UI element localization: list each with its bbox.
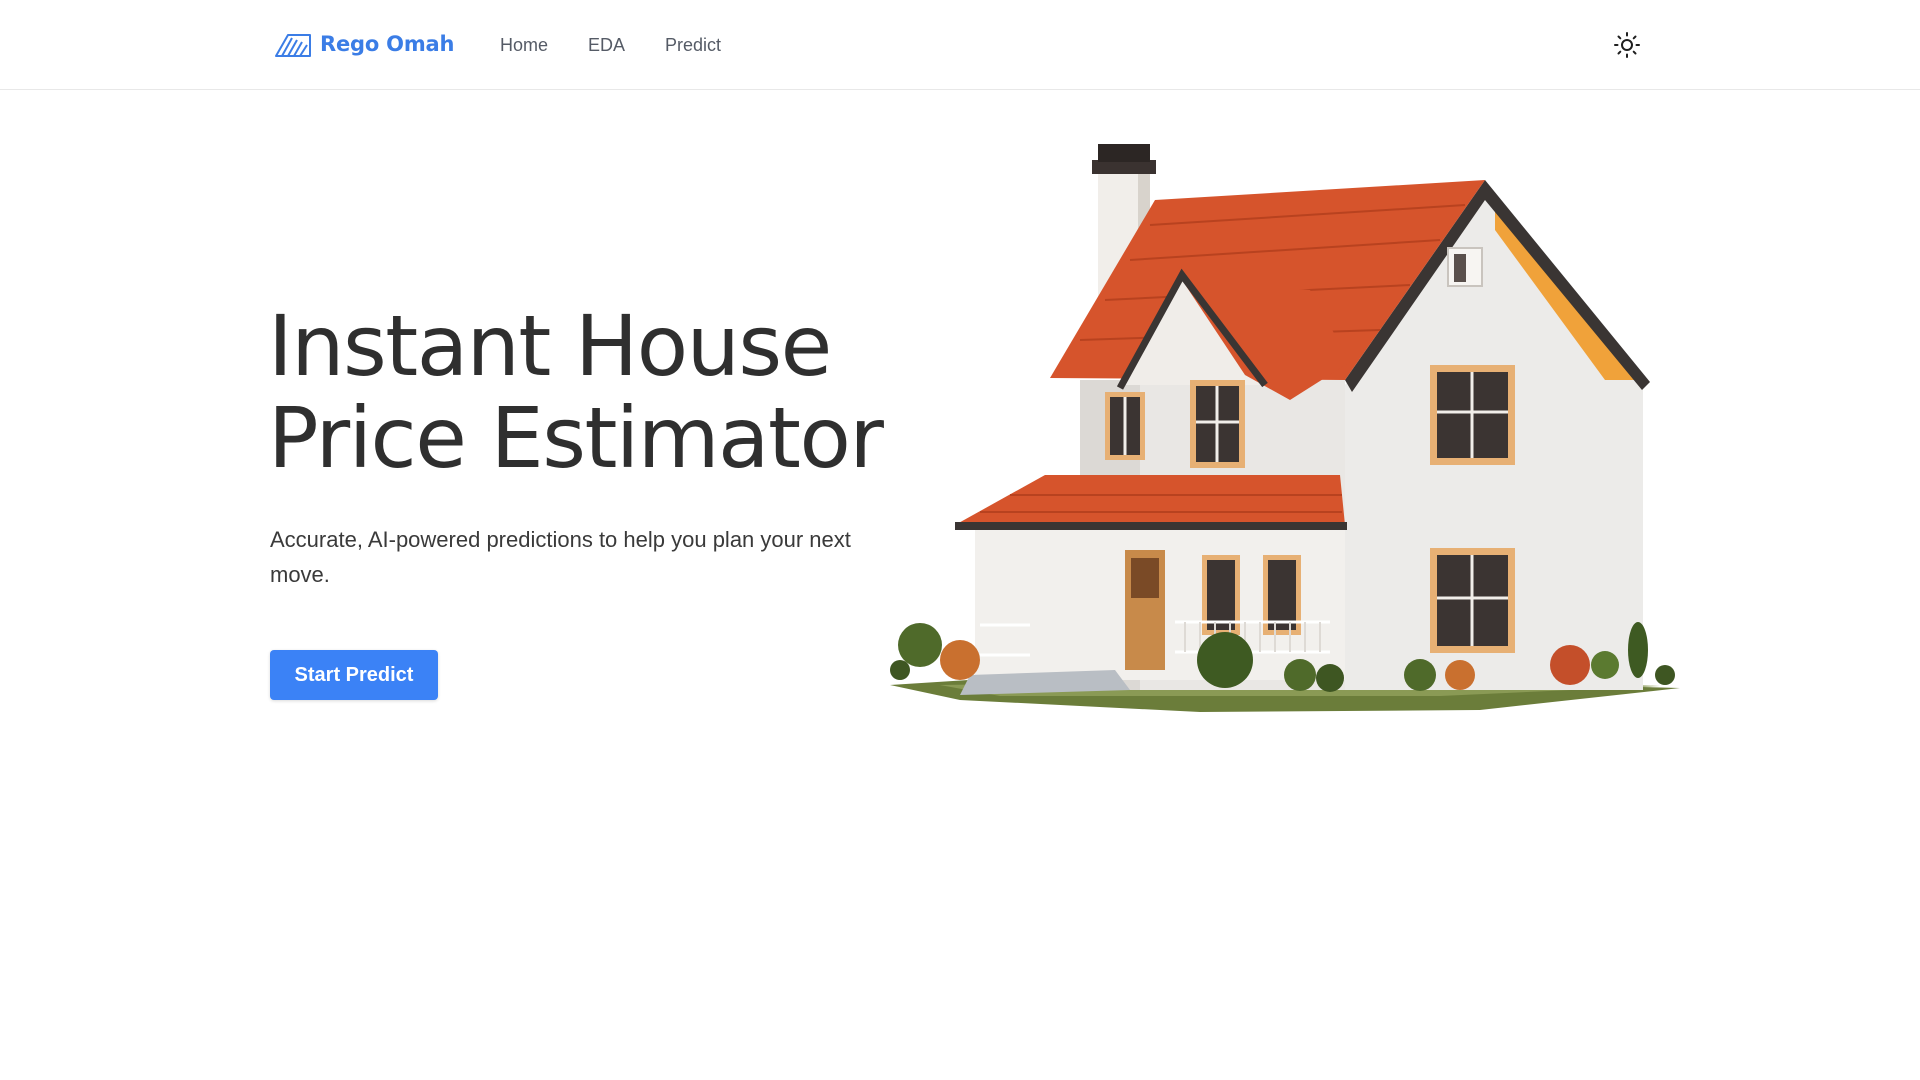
brand-name: Rego Omah [320,32,455,56]
nav-predict[interactable]: Predict [665,33,721,57]
hero-title-line-1: Instant House [268,297,832,395]
hero-title-line-2: Price Estimator [268,389,884,487]
hero-title: Instant House Price Estimator [268,300,908,484]
house-illustration [890,144,1680,712]
brand-home-link[interactable]: Rego Omah [274,26,454,62]
top-navbar: Rego Omah Home EDA Predict [0,0,1920,90]
main-nav: Home EDA Predict [500,33,761,57]
sun-icon [1614,32,1640,58]
start-predict-button[interactable]: Start Predict [270,650,438,700]
nav-eda[interactable]: EDA [588,33,625,57]
hero-subtitle: Accurate, AI-powered predictions to help… [270,527,851,587]
roof-logo-icon [275,34,311,57]
theme-toggle-button[interactable] [1610,28,1644,62]
nav-home[interactable]: Home [500,33,548,57]
